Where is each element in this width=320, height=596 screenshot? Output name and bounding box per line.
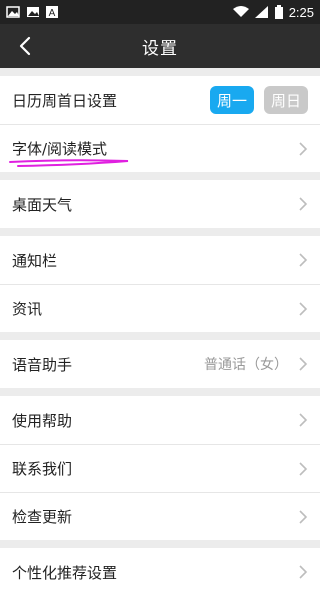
chevron-right-icon	[299, 357, 308, 371]
chevron-right-icon	[299, 141, 308, 156]
svg-text:A: A	[49, 8, 56, 18]
row-label: 桌面天气	[12, 195, 73, 214]
row-font-reading-mode[interactable]: 字体/阅读模式	[0, 124, 320, 172]
row-help[interactable]: 使用帮助	[0, 396, 320, 444]
chevron-right-icon	[299, 461, 308, 476]
back-button[interactable]	[10, 24, 40, 68]
row-notification-bar[interactable]: 通知栏	[0, 236, 320, 284]
row-desktop-weather[interactable]: 桌面天气	[0, 180, 320, 228]
row-label: 联系我们	[12, 460, 73, 478]
row-contact-us[interactable]: 联系我们	[0, 444, 320, 492]
wifi-icon	[232, 6, 249, 17]
settings-group-3: 通知栏 资讯	[0, 236, 320, 332]
app-header: 设置	[0, 24, 320, 68]
chevron-right-icon	[299, 413, 308, 427]
row-personalized-recommendation[interactable]: 个性化推荐设置	[0, 548, 320, 596]
row-label: 使用帮助	[12, 411, 73, 430]
row-voice-assistant[interactable]: 语音助手 普通话（女）	[0, 340, 320, 388]
chevron-right-icon	[299, 509, 308, 524]
chevron-right-icon	[299, 253, 308, 267]
row-label: 语音助手	[12, 355, 73, 374]
voice-value: 普通话（女）	[204, 357, 288, 373]
row-label: 日历周首日设置	[12, 91, 118, 110]
image-icon	[27, 7, 39, 17]
row-news[interactable]: 资讯	[0, 284, 320, 332]
text-icon: A	[46, 6, 58, 18]
row-label: 通知栏	[12, 251, 58, 270]
row-label: 个性化推荐设置	[12, 563, 118, 582]
back-arrow-icon	[19, 36, 31, 56]
sunday-button[interactable]: 周日	[264, 86, 308, 114]
settings-group-6: 个性化推荐设置	[0, 548, 320, 596]
signal-icon	[254, 6, 268, 18]
status-left: A	[6, 6, 58, 18]
status-bar: A 2:25	[0, 0, 320, 24]
week-start-toggle: 周一 周日	[210, 86, 308, 114]
row-label: 资讯	[12, 300, 43, 318]
page-title: 设置	[142, 38, 178, 59]
chevron-right-icon	[299, 197, 308, 211]
settings-group-1: 日历周首日设置 周一 周日 字体/阅读模式	[0, 76, 320, 172]
gallery-icon	[6, 6, 20, 18]
chevron-right-icon	[299, 301, 308, 316]
row-week-start: 日历周首日设置 周一 周日	[0, 76, 320, 124]
chevron-right-icon	[299, 565, 308, 579]
settings-group-5: 使用帮助 联系我们 检查更新	[0, 396, 320, 540]
row-label: 检查更新	[12, 508, 73, 526]
settings-group-4: 语音助手 普通话（女）	[0, 340, 320, 388]
status-time: 2:25	[288, 4, 314, 20]
status-right: 2:25	[232, 4, 314, 20]
highlight-underline	[9, 159, 129, 167]
monday-button[interactable]: 周一	[210, 86, 254, 114]
settings-group-2: 桌面天气	[0, 180, 320, 228]
row-check-update[interactable]: 检查更新	[0, 492, 320, 540]
battery-icon	[274, 5, 283, 19]
